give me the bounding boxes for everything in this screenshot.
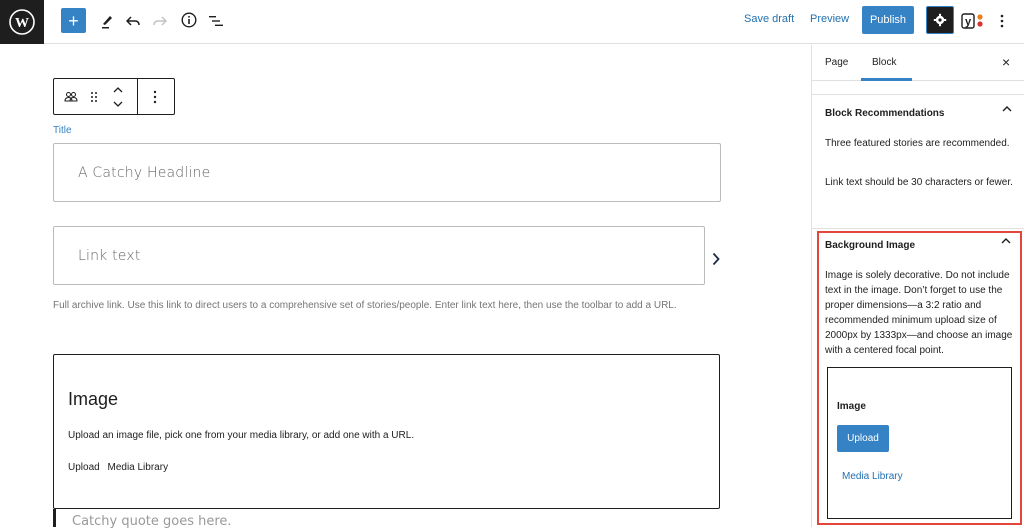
block-inserter-button[interactable]: +	[61, 8, 86, 33]
editor-header: W + Save draft Preview Publish y	[0, 0, 1024, 44]
active-tab-indicator	[861, 78, 912, 81]
background-image-upload-box: Image Upload Media Library	[827, 367, 1012, 519]
link-help-text: Full archive link. Use this link to dire…	[53, 300, 677, 311]
link-text-placeholder: Link text	[78, 248, 141, 264]
wordpress-logo-icon[interactable]: W	[0, 0, 44, 44]
background-image-instructions: Image is solely decorative. Do not inclu…	[825, 270, 1013, 356]
image-block-instructions: Upload an image file, pick one from your…	[68, 430, 415, 441]
title-label: Title	[53, 125, 72, 136]
pencil-icon[interactable]	[98, 12, 116, 30]
chevron-up-icon[interactable]	[1001, 237, 1011, 248]
background-image-panel: Background Image Image is solely decorat…	[817, 231, 1022, 525]
more-vertical-icon[interactable]	[994, 11, 1010, 31]
yoast-icon[interactable]: y	[960, 11, 986, 31]
block-type-icon[interactable]	[62, 88, 80, 106]
block-options-icon[interactable]	[146, 88, 164, 106]
panel-divider	[812, 94, 1024, 95]
undo-icon[interactable]	[124, 12, 142, 30]
panel-divider	[812, 228, 1024, 229]
svg-text:W: W	[15, 16, 29, 31]
tab-block[interactable]: Block	[872, 57, 896, 68]
background-upload-button[interactable]: Upload	[837, 425, 889, 452]
background-image-label: Image	[837, 401, 866, 412]
headline-placeholder: A Catchy Headline	[78, 165, 211, 181]
gear-icon[interactable]	[926, 6, 954, 34]
image-block-heading: Image	[68, 389, 119, 409]
recommendation-text-stories: Three featured stories are recommended.	[825, 138, 1010, 149]
headline-input[interactable]: A Catchy Headline	[53, 143, 721, 202]
svg-text:y: y	[965, 16, 972, 28]
preview-button[interactable]: Preview	[810, 13, 849, 25]
background-media-library-link[interactable]: Media Library	[842, 471, 903, 482]
recommendation-text-link: Link text should be 30 characters or few…	[825, 177, 1013, 188]
settings-sidebar: Page Block × Block Recommendations Three…	[811, 45, 1024, 527]
redo-icon[interactable]	[151, 12, 169, 30]
save-draft-button[interactable]: Save draft	[744, 13, 794, 25]
block-toolbar	[53, 78, 175, 115]
sidebar-tabs: Page Block ×	[812, 45, 1024, 81]
block-recommendations-title[interactable]: Block Recommendations	[825, 108, 944, 119]
chevron-up-icon[interactable]	[1002, 105, 1012, 116]
link-text-input[interactable]: Link text	[53, 226, 705, 285]
info-icon[interactable]	[180, 11, 198, 29]
drag-handle-icon[interactable]	[87, 88, 101, 106]
list-view-icon[interactable]	[207, 12, 225, 30]
toolbar-divider	[137, 79, 138, 114]
image-block-placeholder[interactable]: Image Upload an image file, pick one fro…	[53, 354, 720, 509]
background-image-title[interactable]: Background Image	[825, 240, 915, 251]
quote-block[interactable]: Catchy quote goes here.	[53, 509, 720, 529]
chevron-right-icon[interactable]	[709, 250, 723, 268]
tab-page[interactable]: Page	[825, 57, 848, 68]
image-media-library-button[interactable]: Media Library	[107, 462, 168, 473]
move-up-icon[interactable]	[110, 83, 126, 97]
move-down-icon[interactable]	[110, 97, 126, 111]
publish-button[interactable]: Publish	[862, 6, 914, 34]
image-upload-button[interactable]: Upload	[68, 462, 100, 473]
close-icon[interactable]: ×	[1002, 54, 1010, 70]
